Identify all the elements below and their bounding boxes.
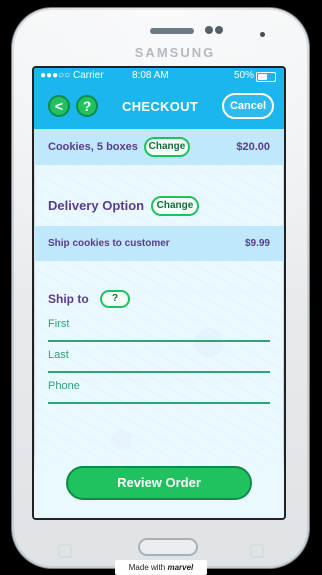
device-brand: SAMSUNG	[134, 45, 216, 60]
ship-to-help-button[interactable]: ?	[100, 290, 130, 308]
status-bar: ●●●○○ Carrier 8:08 AM 50%	[34, 68, 284, 84]
delivery-option-row: Ship cookies to customer $9.99	[34, 226, 284, 261]
app-screen: ●●●○○ Carrier 8:08 AM 50% < ? CHECKOUT C…	[34, 68, 284, 518]
made-with-marvel-badge: Made with marvel	[115, 560, 207, 575]
last-name-field[interactable]: Last	[48, 349, 270, 373]
page-title: CHECKOUT	[122, 99, 199, 114]
ship-to-title: Ship to	[48, 292, 89, 306]
cart-price: $20.00	[236, 141, 270, 153]
front-sensor	[215, 26, 223, 34]
recent-apps-icon[interactable]	[58, 544, 72, 558]
cancel-button[interactable]: Cancel	[222, 93, 274, 119]
badge-brand: marvel	[167, 563, 194, 572]
phone-placeholder: Phone	[48, 380, 80, 392]
change-cart-button[interactable]: Change	[144, 137, 190, 157]
status-time: 8:08 AM	[132, 70, 169, 81]
review-order-button[interactable]: Review Order	[66, 466, 252, 500]
first-name-placeholder: First	[48, 318, 70, 330]
top-navigation-bar: < ? CHECKOUT Cancel	[34, 84, 284, 129]
home-button[interactable]	[138, 538, 198, 556]
proximity-sensor	[260, 32, 265, 37]
help-button[interactable]: ?	[76, 95, 98, 117]
cart-item-label: Cookies, 5 boxes	[48, 141, 138, 153]
phone-field[interactable]: Phone	[48, 380, 270, 404]
cart-summary-row: Cookies, 5 boxes Change $20.00	[34, 129, 284, 165]
battery-percent: 50%	[233, 70, 254, 81]
delivery-option-title: Delivery Option	[48, 198, 145, 213]
carrier-signal: ●●●○○ Carrier	[40, 70, 104, 81]
delivery-option-price: $9.99	[244, 238, 270, 249]
change-delivery-button[interactable]: Change	[151, 196, 199, 216]
phone-underline	[48, 402, 270, 404]
last-name-placeholder: Last	[48, 349, 69, 361]
speaker-grille	[150, 28, 194, 34]
back-softkey-icon[interactable]	[250, 544, 264, 558]
back-button[interactable]: <	[48, 95, 70, 117]
front-camera	[205, 26, 213, 34]
first-name-underline	[48, 340, 270, 342]
badge-prefix: Made with	[128, 563, 166, 572]
delivery-option-label: Ship cookies to customer	[48, 238, 170, 249]
last-name-underline	[48, 371, 270, 373]
first-name-field[interactable]: First	[48, 318, 270, 342]
battery-icon	[256, 72, 276, 82]
